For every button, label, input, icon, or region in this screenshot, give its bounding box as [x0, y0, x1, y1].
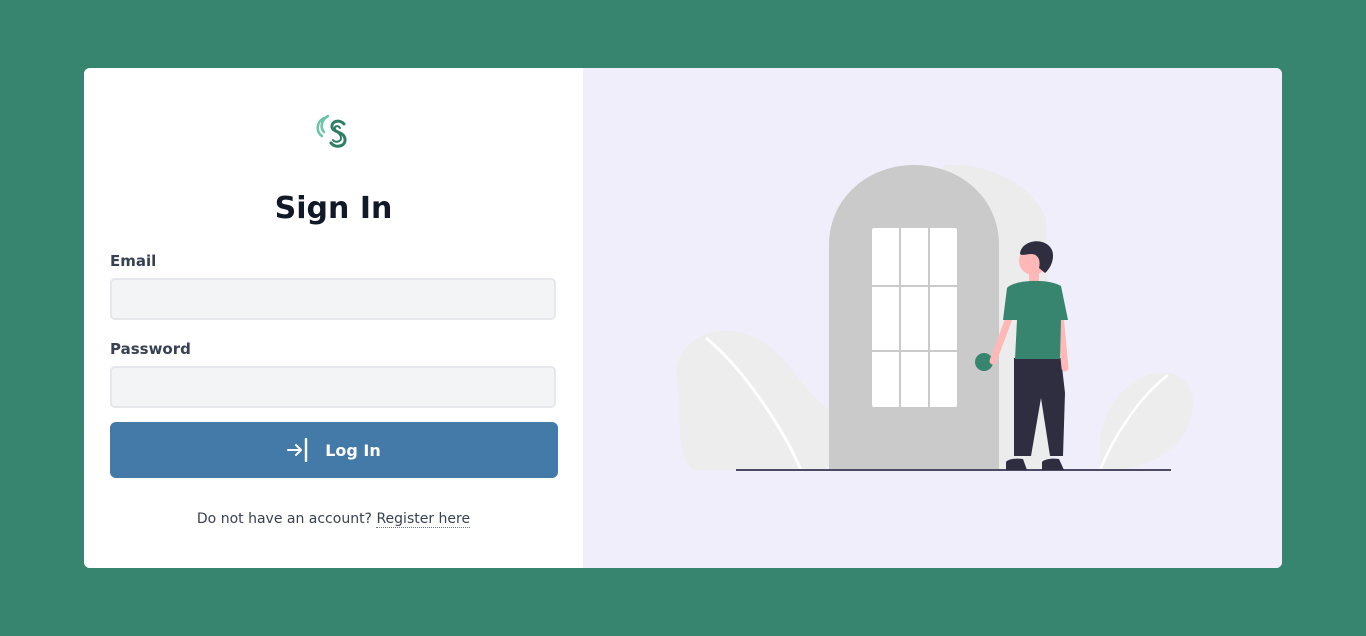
register-prompt: Do not have an account? Register here	[84, 511, 583, 528]
login-arrow-icon	[287, 438, 309, 462]
register-prompt-text: Do not have an account?	[196, 511, 372, 527]
email-field[interactable]	[110, 278, 556, 320]
password-label: Password	[110, 340, 191, 358]
page-title: Sign In	[274, 191, 393, 226]
login-card: Sign In Email Password Log In Do not hav…	[84, 68, 1282, 568]
login-button[interactable]: Log In	[110, 422, 558, 478]
email-label: Email	[110, 252, 157, 270]
login-panel: Sign In Email Password Log In Do not hav…	[84, 68, 583, 568]
brand-logo-icon	[304, 112, 364, 168]
person-at-door-illustration	[676, 164, 1193, 472]
register-link[interactable]: Register here	[376, 511, 471, 528]
login-button-label: Log In	[325, 440, 381, 460]
illustration-panel	[583, 68, 1282, 568]
password-field[interactable]	[110, 366, 556, 408]
